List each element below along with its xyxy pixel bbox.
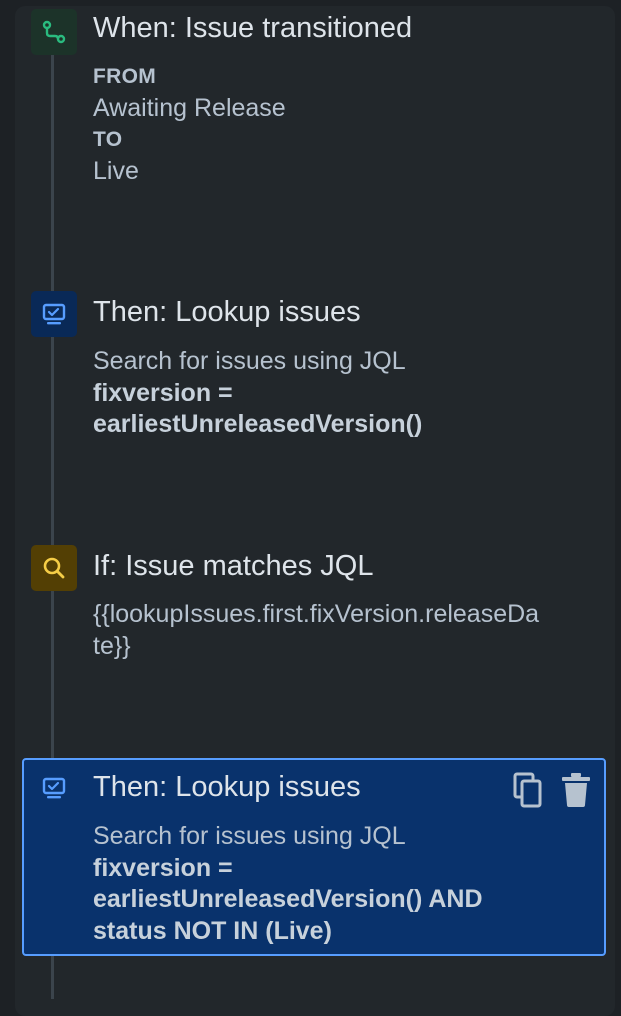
step-details: Search for issues using JQL fixversion =… — [93, 346, 422, 441]
to-value: Live — [93, 156, 139, 185]
step-description: Search for issues using JQL — [93, 347, 406, 375]
step-actions — [511, 772, 593, 808]
trash-icon[interactable] — [559, 772, 593, 808]
step-description: Search for issues using JQL — [93, 822, 406, 850]
jql-query: earliestUnreleasedVersion() AND — [93, 885, 483, 913]
jql-query: fixversion = — [93, 853, 233, 882]
monitor-icon — [31, 765, 77, 811]
step-details: FROM Awaiting Release TO Live — [93, 61, 286, 187]
from-label: FROM — [93, 65, 157, 88]
to-label: TO — [93, 128, 123, 151]
step-title: When: Issue transitioned — [93, 12, 413, 44]
search-icon — [31, 545, 77, 591]
step-title: Then: Lookup issues — [93, 771, 361, 803]
jql-query: status NOT IN (Live) — [93, 916, 332, 945]
branch-icon — [31, 9, 77, 55]
step-details: {{lookupIssues.first.fixVersion.releaseD… — [93, 599, 539, 662]
step-title: Then: Lookup issues — [93, 296, 361, 328]
step-title: If: Issue matches JQL — [93, 550, 374, 582]
jql-query: fixversion = — [93, 378, 233, 407]
copy-icon[interactable] — [511, 772, 545, 808]
step-details: Search for issues using JQL fixversion =… — [93, 821, 483, 947]
from-value: Awaiting Release — [93, 93, 286, 122]
jql-query: {{lookupIssues.first.fixVersion.releaseD… — [93, 600, 540, 628]
jql-query: te}} — [93, 631, 131, 660]
jql-query: earliestUnreleasedVersion() — [93, 410, 423, 438]
monitor-icon — [31, 291, 77, 337]
